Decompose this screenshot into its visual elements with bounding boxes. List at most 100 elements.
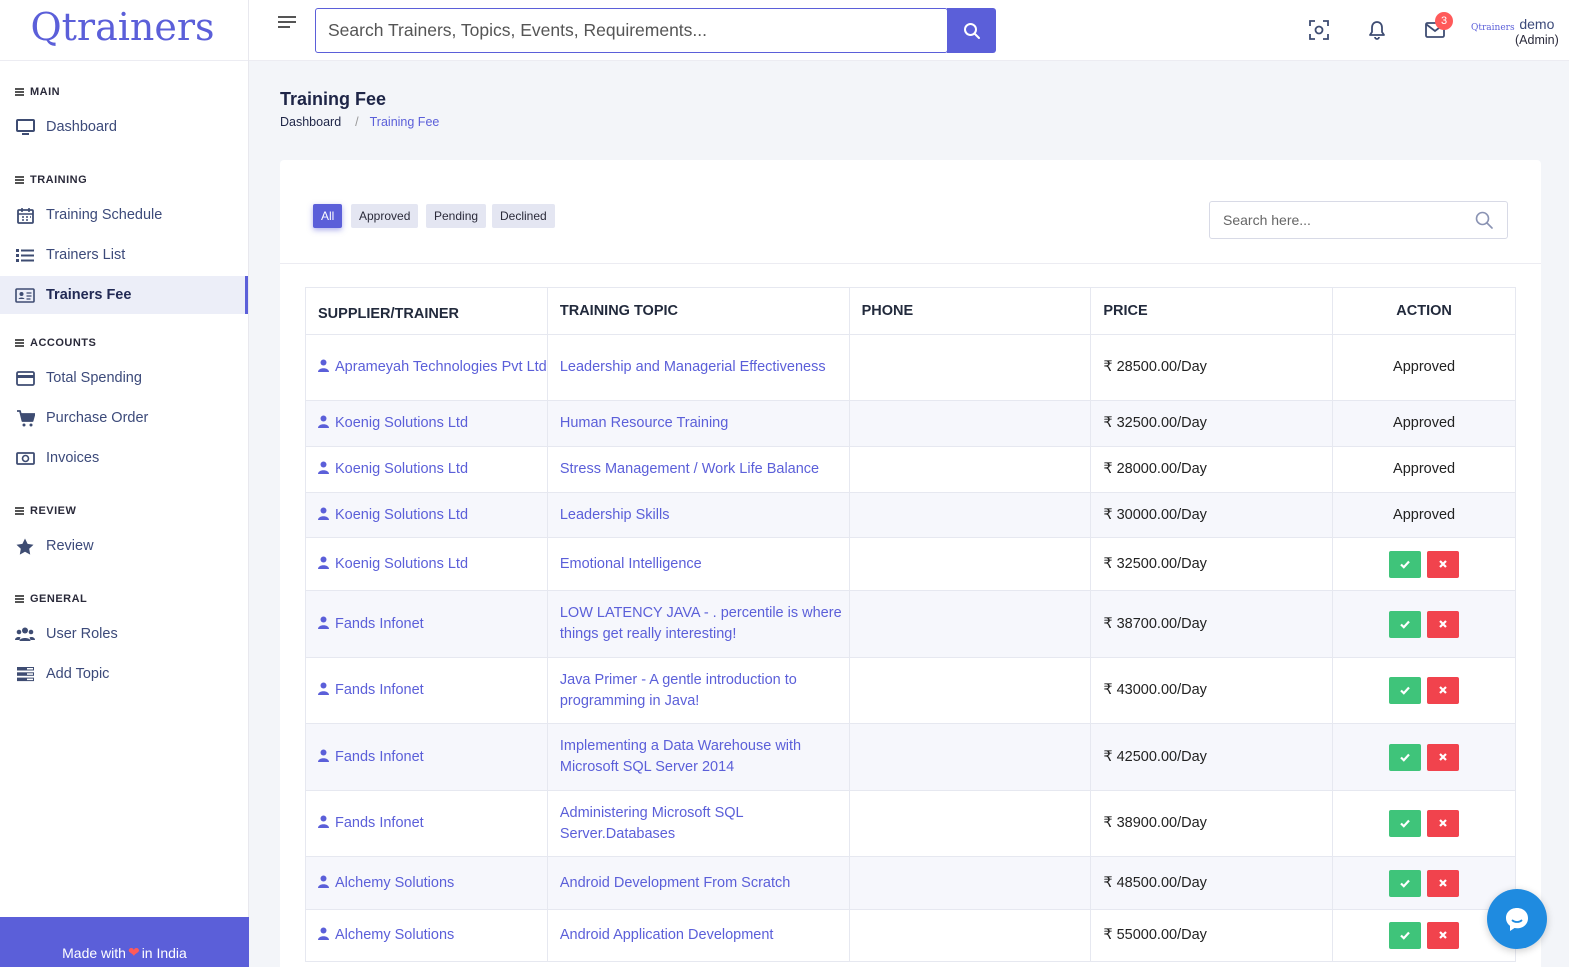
approve-button[interactable] [1389, 922, 1422, 949]
supplier-cell[interactable]: Fands Infonet [305, 590, 548, 658]
topic-cell[interactable]: Stress Management / Work Life Balance [546, 446, 850, 493]
supplier-name[interactable]: Alchemy Solutions [335, 927, 454, 943]
training-topic-link[interactable]: Administering Microsoft SQL Server.Datab… [560, 805, 743, 842]
decline-button[interactable] [1427, 550, 1460, 578]
topic-cell[interactable]: Leadership and Managerial Effectiveness [546, 334, 850, 401]
sidebar-item-total-spending[interactable]: Total Spending [0, 359, 248, 397]
training-topic-link[interactable]: Implementing a Data Warehouse with Micro… [560, 738, 801, 775]
sidebar-item-trainers-list[interactable]: Trainers List [0, 236, 248, 274]
supplier-name[interactable]: Koenig Solutions Ltd [335, 415, 468, 431]
sidebar-item-add-topic[interactable]: Add Topic [0, 655, 248, 693]
sidebar-item-dashboard[interactable]: Dashboard [0, 108, 248, 146]
user-icon [318, 815, 329, 828]
decline-button[interactable] [1427, 743, 1460, 771]
topic-cell[interactable]: Emotional Intelligence [546, 537, 850, 591]
training-topic-link[interactable]: Human Resource Training [560, 415, 728, 431]
filter-declined-button[interactable]: Declined [492, 204, 555, 228]
global-search-button[interactable] [947, 8, 996, 53]
sidebar-item-purchase-order[interactable]: Purchase Order [0, 399, 248, 437]
fee-table: SUPPLIER/TRAINER TRAINING TOPIC PHONE PR… [305, 287, 1516, 962]
sidebar-item-label: Add Topic [46, 666, 110, 682]
supplier-name[interactable]: Koenig Solutions Ltd [335, 507, 468, 523]
supplier-name[interactable]: Koenig Solutions Ltd [335, 556, 468, 572]
supplier-cell[interactable]: Koenig Solutions Ltd [305, 492, 548, 538]
user-role: (Admin) [1515, 32, 1559, 47]
logo[interactable]: Qtrainers [0, 0, 248, 61]
price-cell: ₹ 32500.00/Day [1090, 400, 1334, 447]
cart-icon [15, 409, 35, 427]
supplier-name[interactable]: Alchemy Solutions [335, 875, 454, 891]
supplier-cell[interactable]: Koenig Solutions Ltd [305, 537, 548, 591]
decline-button[interactable] [1427, 922, 1460, 949]
table-search-input[interactable] [1210, 202, 1460, 238]
price-cell: ₹ 43000.00/Day [1090, 657, 1334, 724]
action-cell [1332, 590, 1516, 658]
supplier-name[interactable]: Fands Infonet [335, 815, 424, 831]
training-topic-link[interactable]: Android Application Development [560, 927, 774, 943]
training-topic-link[interactable]: Android Development From Scratch [560, 875, 791, 891]
training-topic-link[interactable]: Stress Management / Work Life Balance [560, 461, 819, 477]
price-cell: ₹ 32500.00/Day [1090, 537, 1334, 591]
supplier-name[interactable]: Fands Infonet [335, 682, 424, 698]
user-menu[interactable]: demo (Admin) [1515, 16, 1559, 48]
supplier-cell[interactable]: Koenig Solutions Ltd [305, 446, 548, 493]
approve-button[interactable] [1389, 550, 1422, 578]
menu-bars-icon [15, 339, 24, 347]
user-avatar[interactable]: Qtrainers [1471, 23, 1515, 33]
global-search-input[interactable] [316, 9, 936, 52]
supplier-cell[interactable]: Alchemy Solutions [305, 909, 548, 962]
chat-button[interactable] [1487, 889, 1547, 949]
training-topic-link[interactable]: Emotional Intelligence [560, 556, 702, 572]
phone-cell [848, 790, 1092, 857]
topic-cell[interactable]: Android Application Development [546, 909, 850, 962]
decline-button[interactable] [1427, 610, 1460, 638]
sidebar-section-label: MAIN [30, 86, 61, 98]
training-topic-link[interactable]: LOW LATENCY JAVA - . percentile is where… [560, 605, 842, 642]
training-topic-link[interactable]: Leadership and Managerial Effectiveness [560, 359, 826, 375]
topic-cell[interactable]: Java Primer - A gentle introduction to p… [546, 657, 850, 724]
sidebar-item-review[interactable]: Review [0, 527, 248, 565]
supplier-cell[interactable]: Aprameyah Technologies Pvt Ltd [305, 334, 548, 401]
supplier-cell[interactable]: Fands Infonet [305, 723, 548, 791]
sidebar-nav: MAIN Dashboard TRAINING Training Schedule Tr… [0, 61, 248, 693]
training-topic-link[interactable]: Java Primer - A gentle introduction to p… [560, 672, 797, 709]
filter-approved-button[interactable]: Approved [351, 204, 419, 228]
topic-cell[interactable]: Administering Microsoft SQL Server.Datab… [546, 790, 850, 857]
filter-all-button[interactable]: All [313, 204, 343, 228]
scan-icon[interactable] [1307, 18, 1331, 42]
approve-button[interactable] [1389, 810, 1422, 837]
search-icon[interactable] [1475, 211, 1493, 229]
approve-button[interactable] [1389, 677, 1422, 704]
approve-button[interactable] [1389, 610, 1422, 638]
supplier-name[interactable]: Koenig Solutions Ltd [335, 461, 468, 477]
sidebar-item-user-roles[interactable]: User Roles [0, 615, 248, 653]
filter-pending-button[interactable]: Pending [426, 204, 487, 228]
global-search [315, 8, 948, 53]
topic-cell[interactable]: Leadership Skills [546, 492, 850, 538]
supplier-cell[interactable]: Fands Infonet [305, 657, 548, 724]
decline-button[interactable] [1427, 869, 1460, 897]
topic-cell[interactable]: Android Development From Scratch [546, 856, 850, 910]
supplier-name[interactable]: Fands Infonet [335, 616, 424, 632]
bell-icon[interactable] [1365, 18, 1389, 42]
breadcrumb-dashboard[interactable]: Dashboard [280, 115, 341, 129]
supplier-cell[interactable]: Fands Infonet [305, 790, 548, 857]
approve-button[interactable] [1389, 869, 1422, 897]
supplier-cell[interactable]: Alchemy Solutions [305, 856, 548, 910]
approve-button[interactable] [1389, 743, 1422, 771]
topic-cell[interactable]: Human Resource Training [546, 400, 850, 447]
supplier-cell[interactable]: Koenig Solutions Ltd [305, 400, 548, 447]
decline-button[interactable] [1427, 677, 1460, 704]
supplier-name[interactable]: Aprameyah Technologies Pvt Ltd [335, 359, 547, 375]
user-icon [318, 507, 329, 520]
supplier-name[interactable]: Fands Infonet [335, 749, 424, 765]
topic-cell[interactable]: LOW LATENCY JAVA - . percentile is where… [546, 590, 850, 658]
training-topic-link[interactable]: Leadership Skills [560, 507, 670, 523]
decline-button[interactable] [1427, 810, 1460, 837]
table-header-row: SUPPLIER/TRAINER TRAINING TOPIC PHONE PR… [305, 287, 1516, 335]
sidebar-item-invoices[interactable]: Invoices [0, 439, 248, 477]
sidebar-item-training-schedule[interactable]: Training Schedule [0, 196, 248, 234]
topic-cell[interactable]: Implementing a Data Warehouse with Micro… [546, 723, 850, 791]
menu-toggle-icon[interactable] [278, 16, 296, 30]
sidebar-item-trainers-fee[interactable]: Trainers Fee [0, 276, 248, 314]
